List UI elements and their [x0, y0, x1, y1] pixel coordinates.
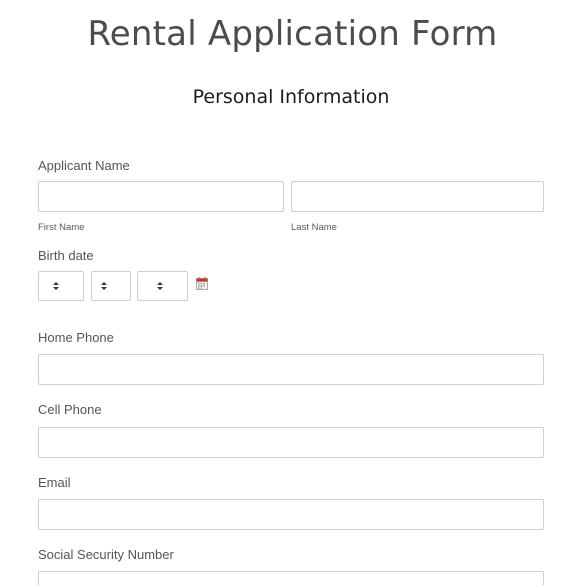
home-phone-input[interactable] — [38, 354, 544, 385]
ssn-label: Social Security Number — [38, 547, 174, 562]
spinner-arrows-icon — [157, 282, 163, 290]
birth-month-select[interactable] — [38, 271, 84, 301]
email-input[interactable] — [38, 499, 544, 530]
section-title: Personal Information — [192, 86, 390, 108]
birth-day-select[interactable] — [91, 271, 131, 301]
cell-phone-input[interactable] — [38, 427, 544, 458]
calendar-icon[interactable] — [196, 277, 208, 290]
spinner-arrows-icon — [53, 282, 59, 290]
last-name-input[interactable] — [291, 181, 544, 212]
birth-date-label: Birth date — [38, 248, 94, 263]
ssn-input[interactable] — [38, 571, 544, 585]
last-name-sublabel: Last Name — [291, 222, 337, 233]
home-phone-label: Home Phone — [38, 330, 114, 345]
cell-phone-label: Cell Phone — [38, 402, 102, 417]
form-title: Rental Application Form — [87, 14, 498, 54]
spinner-arrows-icon — [101, 282, 107, 290]
first-name-sublabel: First Name — [38, 222, 85, 233]
rental-application-page: Rental Application Form Personal Informa… — [0, 0, 585, 585]
email-label: Email — [38, 475, 71, 490]
applicant-name-label: Applicant Name — [38, 158, 130, 173]
first-name-input[interactable] — [38, 181, 284, 212]
birth-year-select[interactable] — [137, 271, 188, 301]
